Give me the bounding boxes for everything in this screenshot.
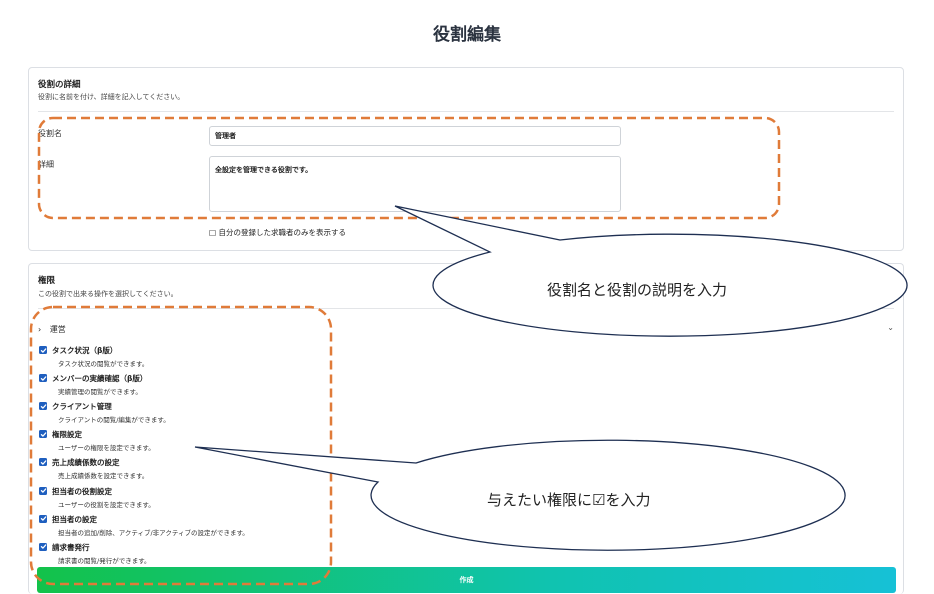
checkbox-checked-icon[interactable] [39,374,47,383]
permission-item[interactable]: 担当者の設定担当者の追加/削除、アクティブ/非アクティブの設定ができます。 [39,513,439,541]
checkbox-checked-icon[interactable] [39,430,47,439]
create-button[interactable]: 作成 [37,567,896,593]
permission-description: 担当者の追加/削除、アクティブ/非アクティブの設定ができます。 [58,528,249,537]
checkbox-checked-icon[interactable] [39,486,47,495]
permission-description: タスク状況の閲覧ができます。 [58,360,149,368]
only-mine-checkbox-row[interactable]: □ 自分の登録した求職者のみを表示する [209,227,346,238]
chevron-right-icon: › [38,325,42,334]
callout-perms-text: 与えたい権限に☑を入力 [487,491,651,509]
permission-item[interactable]: メンバーの実績確認（β版） 実績管理の閲覧ができます。 [39,372,439,400]
permission-name: クライアント管理 [52,402,112,412]
page-title: 役割編集 [433,25,501,45]
checkbox-checked-icon[interactable] [39,542,47,551]
role-name-label: 役割名 [38,129,62,138]
role-name-input[interactable]: 管理者 [209,126,621,146]
role-description-label: 詳細 [38,160,54,169]
permission-description: クライアントの閲覧/編集ができます。 [58,416,170,425]
chevron-down-icon[interactable]: ⌄ [887,323,894,332]
permission-name: 担当者の設定 [52,514,97,524]
callout-name-text: 役割名と役割の説明を入力 [547,281,728,299]
permission-name: 売上成績係数の設定 [52,458,120,468]
only-mine-checkbox[interactable]: □ [209,228,216,237]
permission-name: 担当者の役割設定 [52,486,112,496]
details-title: 役割の詳細 [38,80,81,90]
permission-description: ユーザーの役割を設定できます。 [58,500,155,509]
permission-item[interactable]: クライアント管理クライアントの閲覧/編集ができます。 [39,400,439,428]
permission-name: 権限設定 [52,430,82,440]
permission-description: 売上成績係数を設定できます。 [58,472,149,481]
only-mine-label: 自分の登録した求職者のみを表示する [218,228,346,237]
permission-item[interactable]: 担当者の役割設定ユーザーの役割を設定できます。 [39,485,439,513]
role-details-card: 役割の詳細 役割に名前を付け、詳細を記入してください。 役割名 管理者 詳細 全… [28,67,904,251]
checkbox-checked-icon[interactable] [39,346,47,354]
permissions-card: 権限 この役割で出来る操作を選択してください。 › 運営 ⌄ タスク状況（β版）… [28,263,904,594]
permissions-subtitle: この役割で出来る操作を選択してください。 [38,290,178,298]
details-divider [38,111,894,112]
permission-description: ユーザーの権限を設定できます。 [58,444,155,453]
checkbox-checked-icon[interactable] [39,514,47,523]
permission-item[interactable]: 売上成績係数の設定売上成績係数を設定できます。 [39,456,439,484]
permissions-title: 権限 [38,276,56,286]
permission-item[interactable]: 請求書発行請求書の閲覧/発行ができます。 [39,541,439,569]
permission-description: 実績管理の閲覧ができます。 [58,388,142,397]
section-label: 運営 [49,325,66,334]
permission-name: 請求書発行 [52,542,90,552]
permission-item[interactable]: 権限設定ユーザーの権限を設定できます。 [39,428,439,456]
permission-item[interactable]: タスク状況（β版） タスク状況の閲覧ができます。 [39,344,439,372]
permission-description: 請求書の閲覧/発行ができます。 [58,556,151,565]
permission-name: タスク状況（β版） [52,346,118,355]
checkbox-checked-icon[interactable] [39,402,47,411]
checkbox-checked-icon[interactable] [39,458,47,467]
permission-name: メンバーの実績確認（β版） [52,374,148,384]
section-header-operations[interactable]: › 運営 [38,324,66,335]
permissions-divider [38,308,894,309]
details-subtitle: 役割に名前を付け、詳細を記入してください。 [38,93,185,101]
role-description-textarea[interactable]: 全設定を管理できる役割です。 [209,156,621,212]
